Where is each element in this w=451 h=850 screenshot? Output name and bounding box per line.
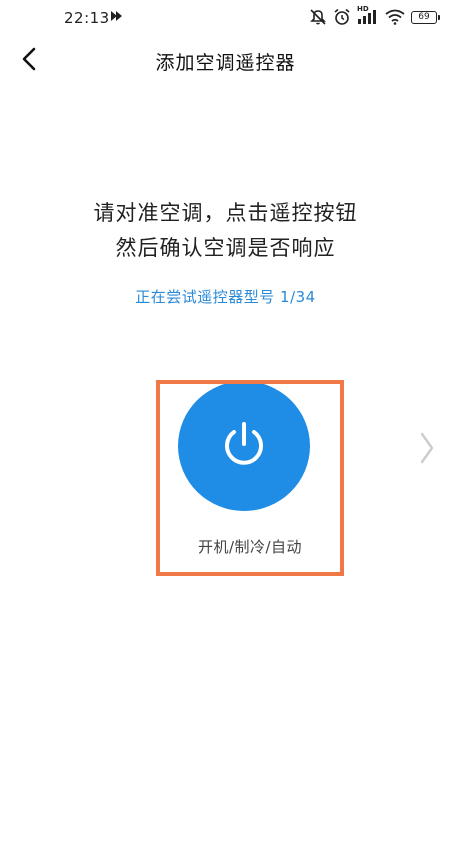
- power-icon: [217, 417, 271, 475]
- app-notification-icon: [108, 8, 124, 24]
- wifi-icon: [385, 9, 405, 25]
- alarm-icon: [333, 8, 351, 26]
- instruction-text: 请对准空调，点击遥控按钮 然后确认空调是否响应: [0, 196, 451, 266]
- status-time: 22:13: [64, 9, 110, 27]
- network-type-label: HD: [357, 5, 369, 13]
- signal-icon: HD: [357, 5, 379, 26]
- battery-icon: 69: [411, 10, 440, 24]
- header: 添加空调遥控器: [0, 40, 451, 84]
- screen: 22:13 HD 69 添加空调遥控器 请对准空调，点击遥控按钮 然后确认空调是…: [0, 0, 451, 850]
- instruction-line-1: 请对准空调，点击遥控按钮: [93, 201, 358, 225]
- chevron-right-icon: [419, 431, 435, 469]
- status-icons: HD 69: [309, 5, 440, 28]
- status-bar: 22:13 HD 69: [0, 0, 451, 36]
- page-title: 添加空调遥控器: [155, 52, 296, 74]
- highlight-box: 开机/制冷/自动: [156, 380, 344, 576]
- model-progress-text: 正在尝试遥控器型号 1/34: [135, 288, 316, 306]
- instruction-line-2: 然后确认空调是否响应: [115, 236, 336, 260]
- power-button[interactable]: [178, 384, 310, 511]
- power-button-label: 开机/制冷/自动: [197, 538, 303, 556]
- mute-icon: [309, 8, 327, 26]
- next-model-button[interactable]: [412, 430, 442, 470]
